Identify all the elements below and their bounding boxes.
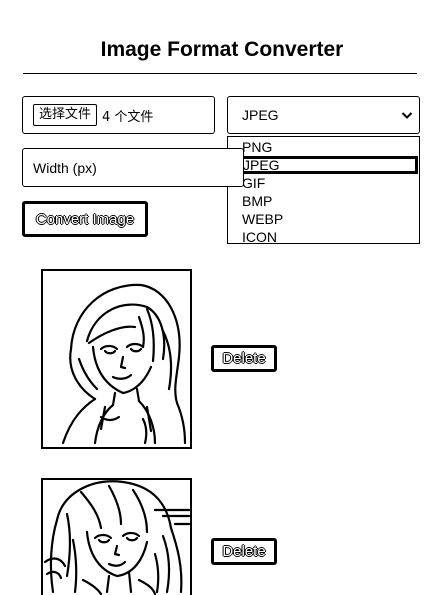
convert-image-label: Convert Image (35, 210, 135, 228)
format-option-png[interactable]: PNG (228, 138, 419, 156)
delete-label: Delete (222, 543, 266, 560)
file-count-label: 4 个文件 (102, 109, 154, 125)
delete-label: Delete (222, 350, 266, 367)
format-option-webp[interactable]: WEBP (228, 210, 419, 228)
title-divider (23, 73, 417, 74)
width-input[interactable] (22, 148, 244, 187)
format-select[interactable]: JPEG (227, 96, 420, 134)
chevron-down-icon (401, 109, 413, 121)
choose-files-button[interactable]: 选择文件 (33, 104, 98, 126)
delete-image-button[interactable]: Delete (211, 345, 277, 372)
file-input[interactable]: 选择文件 4 个文件 (22, 96, 215, 134)
format-option-icon[interactable]: ICON (228, 228, 419, 246)
page-title: Image Format Converter (100, 38, 344, 61)
hooded-girl-sketch-image (41, 269, 192, 449)
format-option-bmp[interactable]: BMP (228, 192, 419, 210)
format-option-gif[interactable]: GIF (228, 174, 419, 192)
format-dropdown-list[interactable]: PNG JPEG GIF BMP WEBP ICON (227, 136, 420, 246)
delete-image-button[interactable]: Delete (211, 538, 277, 565)
long-hair-girl-sketch-image (41, 478, 192, 595)
format-select-value: JPEG (242, 107, 279, 123)
format-option-jpeg[interactable]: JPEG (229, 156, 418, 174)
convert-image-button[interactable]: Convert Image (22, 201, 148, 237)
